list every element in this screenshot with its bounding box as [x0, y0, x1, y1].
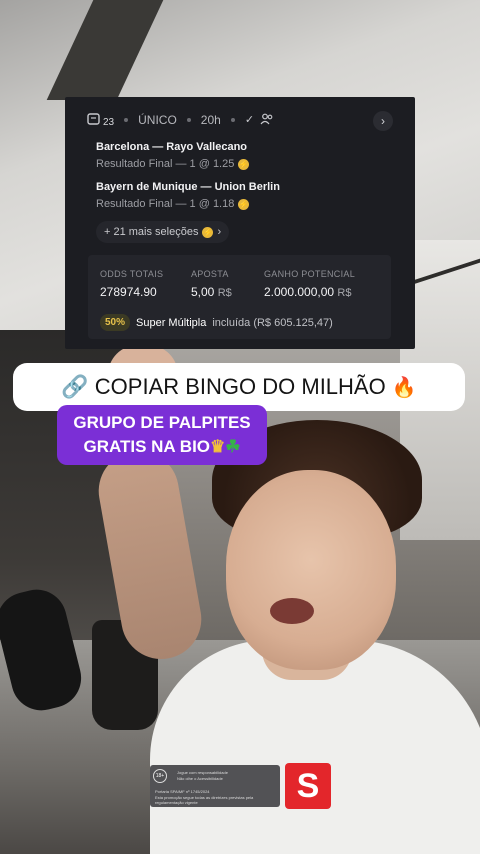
match-detail: Resultado Final — 1 @ 1.25 ⚡ — [96, 158, 250, 170]
clover-icon: ☘ — [225, 437, 241, 456]
selection-count: 23 — [87, 111, 114, 128]
more-selections-button[interactable]: + 21 mais seleções ⚡ › — [96, 221, 230, 243]
bet-status-icons: ✓ — [245, 113, 274, 126]
person-mouth — [270, 598, 314, 624]
match-name: Barcelona — Rayo Vallecano — [96, 141, 248, 153]
total-odds: ODDS TOTAIS 278974.90 — [100, 269, 164, 299]
boost-badge-icon: ⚡ — [238, 158, 250, 170]
separator-dot — [124, 117, 129, 122]
bet-stats-panel: ODDS TOTAIS 278974.90 APOSTA 5,00 R$ GAN… — [88, 255, 391, 339]
separator-dot — [186, 117, 191, 122]
potential-payout: GANHO POTENCIAL 2.000.000,00 R$ — [264, 269, 356, 299]
group-sticker-line2: GRATIS NA BIO — [83, 437, 211, 456]
match-name: Bayern de Munique — Union Berlin — [96, 181, 280, 193]
match-item: Bayern de Munique — Union Berlin Resulta… — [96, 181, 280, 210]
person-face — [226, 470, 396, 670]
bet-time: 20h — [200, 112, 221, 127]
match-detail: Resultado Final — 1 @ 1.18 ⚡ — [96, 198, 250, 210]
boost-badge-icon: ⚡ — [238, 198, 250, 210]
sportsbook-logo[interactable]: S — [285, 763, 331, 809]
sponsor-disclaimer: 18+ Jogue com responsabilidade Não olhe … — [150, 765, 280, 807]
ticket-icon — [87, 112, 100, 125]
chevron-right-icon: › — [217, 226, 222, 238]
check-icon: ✓ — [244, 114, 255, 126]
group-promo-sticker: GRUPO DE PALPITES GRATIS NA BIO♛☘ — [57, 405, 267, 465]
match-item: Barcelona — Rayo Vallecano Resultado Fin… — [96, 141, 250, 170]
copy-bingo-link-sticker[interactable]: 🔗 COPIAR BINGO DO MILHÃO 🔥 — [13, 363, 465, 411]
people-icon — [260, 113, 273, 125]
promo-percent-badge: 50% — [100, 314, 131, 331]
link-icon: 🔗 — [61, 374, 89, 399]
bet-type: ÚNICO — [138, 112, 177, 127]
group-sticker-line1: GRUPO DE PALPITES — [73, 413, 251, 432]
age-rating-badge: 18+ — [153, 769, 167, 783]
stake: APOSTA 5,00 R$ — [191, 269, 232, 299]
fire-icon: 🔥 — [391, 376, 417, 399]
separator-dot — [230, 117, 235, 122]
copy-bar-text: COPIAR BINGO DO MILHÃO — [94, 374, 386, 399]
bet-slip-card[interactable]: 23 ÚNICO 20h ✓ › Barcelona — Rayo Vallec… — [65, 97, 415, 349]
boost-badge-icon: ⚡ — [202, 226, 214, 238]
bet-slip-header: 23 ÚNICO 20h ✓ — [87, 111, 274, 128]
chevron-right-icon[interactable]: › — [373, 111, 393, 131]
crown-icon: ♛ — [210, 437, 226, 456]
super-multipla-promo: 50% Super Múltipla incluída (R$ 605.125,… — [100, 314, 333, 331]
